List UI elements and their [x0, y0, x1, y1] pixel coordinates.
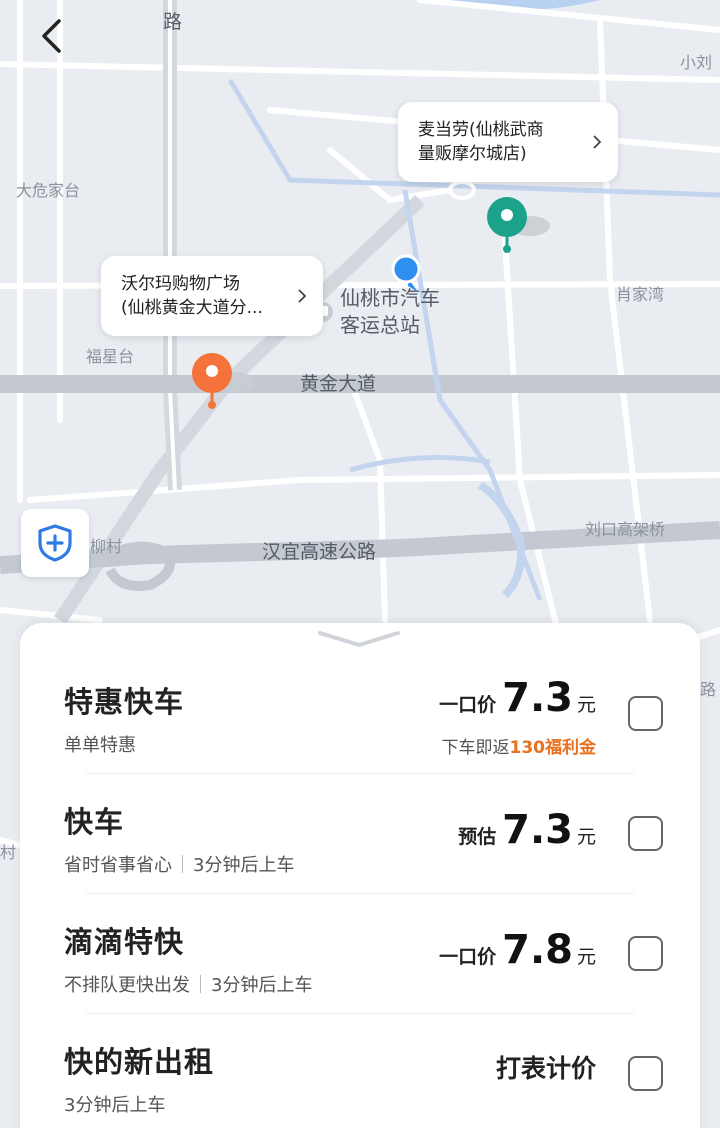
ride-subtitle-tag: 不排队更快出发	[64, 975, 190, 996]
origin-callout-line1: 沃尔玛购物广场	[121, 274, 240, 294]
ride-promo: 下车即返130福利金	[442, 733, 597, 758]
ride-meter-pricing: 打表计价	[495, 1054, 596, 1083]
ride-options-sheet: 特惠快车 单单特惠 一口价 7.3 元 下车即返130福利金 快车 省时省事省心…	[20, 623, 700, 1128]
ride-name: 快的新出租	[64, 1045, 215, 1079]
chevron-right-icon	[593, 135, 602, 149]
map-label-liu-cun: 柳村	[90, 537, 122, 556]
map-label-han-yi-highway: 汉宜高速公路	[262, 541, 376, 563]
price-amount: 7.8	[502, 927, 573, 973]
destination-callout-line2: 量贩摩尔城店)	[418, 144, 527, 164]
price-prefix: 一口价	[439, 946, 497, 968]
ride-checkbox[interactable]	[628, 1056, 663, 1091]
price-prefix: 预估	[458, 826, 497, 848]
ride-subtitle: 不排队更快出发 3分钟后上车	[64, 971, 312, 997]
ride-name: 快车	[64, 805, 125, 839]
origin-pin-icon	[192, 353, 255, 409]
map-label-bus-station-2: 客运总站	[340, 313, 420, 337]
ride-subtitle: 省时省事省心 3分钟后上车	[64, 851, 294, 877]
map-label-edge-right: 路	[700, 680, 716, 699]
map-label-top-road: 路	[163, 11, 182, 33]
ride-option-tehui-kuaiche[interactable]: 特惠快车 单单特惠 一口价 7.3 元 下车即返130福利金	[20, 653, 700, 773]
ride-subtitle-eta: 3分钟后上车	[193, 855, 295, 876]
ride-subtitle-eta: 3分钟后上车	[211, 975, 313, 996]
subtitle-separator	[200, 975, 201, 993]
price-amount: 7.3	[502, 675, 573, 721]
chevron-down-icon[interactable]	[316, 629, 402, 649]
price-unit: 元	[576, 946, 596, 968]
ride-option-kuaiche[interactable]: 快车 省时省事省心 3分钟后上车 预估 7.3 元	[20, 773, 700, 893]
shield-plus-icon	[38, 524, 72, 562]
price-unit: 元	[576, 694, 596, 716]
map-label-xiao-jia-wan: 肖家湾	[616, 285, 664, 304]
promo-text: 下车即返	[441, 738, 510, 758]
chevron-right-icon	[298, 289, 307, 303]
origin-callout[interactable]: 沃尔玛购物广场 (仙桃黄金大道分...	[101, 256, 323, 336]
ride-price: 预估 7.3 元	[458, 807, 596, 853]
subtitle-separator	[182, 855, 183, 873]
map-label-liu-kou-viaduct: 刘口高架桥	[585, 520, 665, 539]
map-label-edge-left: 村	[0, 843, 16, 862]
promo-highlight: 130福利金	[509, 738, 597, 758]
current-location-icon	[391, 254, 421, 292]
ride-subtitle-tag: 单单特惠	[64, 735, 136, 756]
map-label-fu-xing-tai: 福星台	[86, 347, 134, 366]
ride-checkbox[interactable]	[628, 816, 663, 851]
ride-option-didi-tekuai[interactable]: 滴滴特快 不排队更快出发 3分钟后上车 一口价 7.8 元	[20, 893, 700, 1013]
map-label-xiao-liu: 小刘	[680, 53, 712, 72]
ride-subtitle-tag: 省时省事省心	[64, 855, 172, 876]
destination-pin-icon	[487, 197, 550, 253]
ride-price: 一口价 7.3 元	[439, 675, 596, 721]
map-label-da-wei-jia-tai: 大危家台	[16, 181, 80, 200]
ride-checkbox[interactable]	[628, 696, 663, 731]
price-amount: 7.3	[502, 807, 573, 853]
ride-subtitle: 3分钟后上车	[64, 1091, 165, 1117]
ride-subtitle-eta: 3分钟后上车	[64, 1095, 166, 1116]
ride-price: 一口价 7.8 元	[439, 927, 596, 973]
destination-callout-line1: 麦当劳(仙桃武商	[418, 120, 544, 140]
ride-name: 特惠快车	[64, 685, 185, 719]
ride-option-kuaide-xin-chuzu[interactable]: 快的新出租 3分钟后上车 打表计价	[20, 1013, 700, 1128]
ride-checkbox[interactable]	[628, 936, 663, 971]
chevron-left-icon	[42, 19, 61, 53]
safety-button[interactable]	[21, 509, 89, 577]
map-label-huang-jin-da-dao: 黄金大道	[300, 373, 376, 395]
destination-callout[interactable]: 麦当劳(仙桃武商 量贩摩尔城店)	[398, 102, 618, 182]
back-button[interactable]	[26, 10, 78, 62]
price-unit: 元	[576, 826, 596, 848]
price-prefix: 一口价	[439, 694, 497, 716]
ride-name: 滴滴特快	[64, 925, 185, 959]
ride-subtitle: 单单特惠	[64, 731, 136, 757]
origin-callout-line2: (仙桃黄金大道分...	[121, 298, 263, 318]
